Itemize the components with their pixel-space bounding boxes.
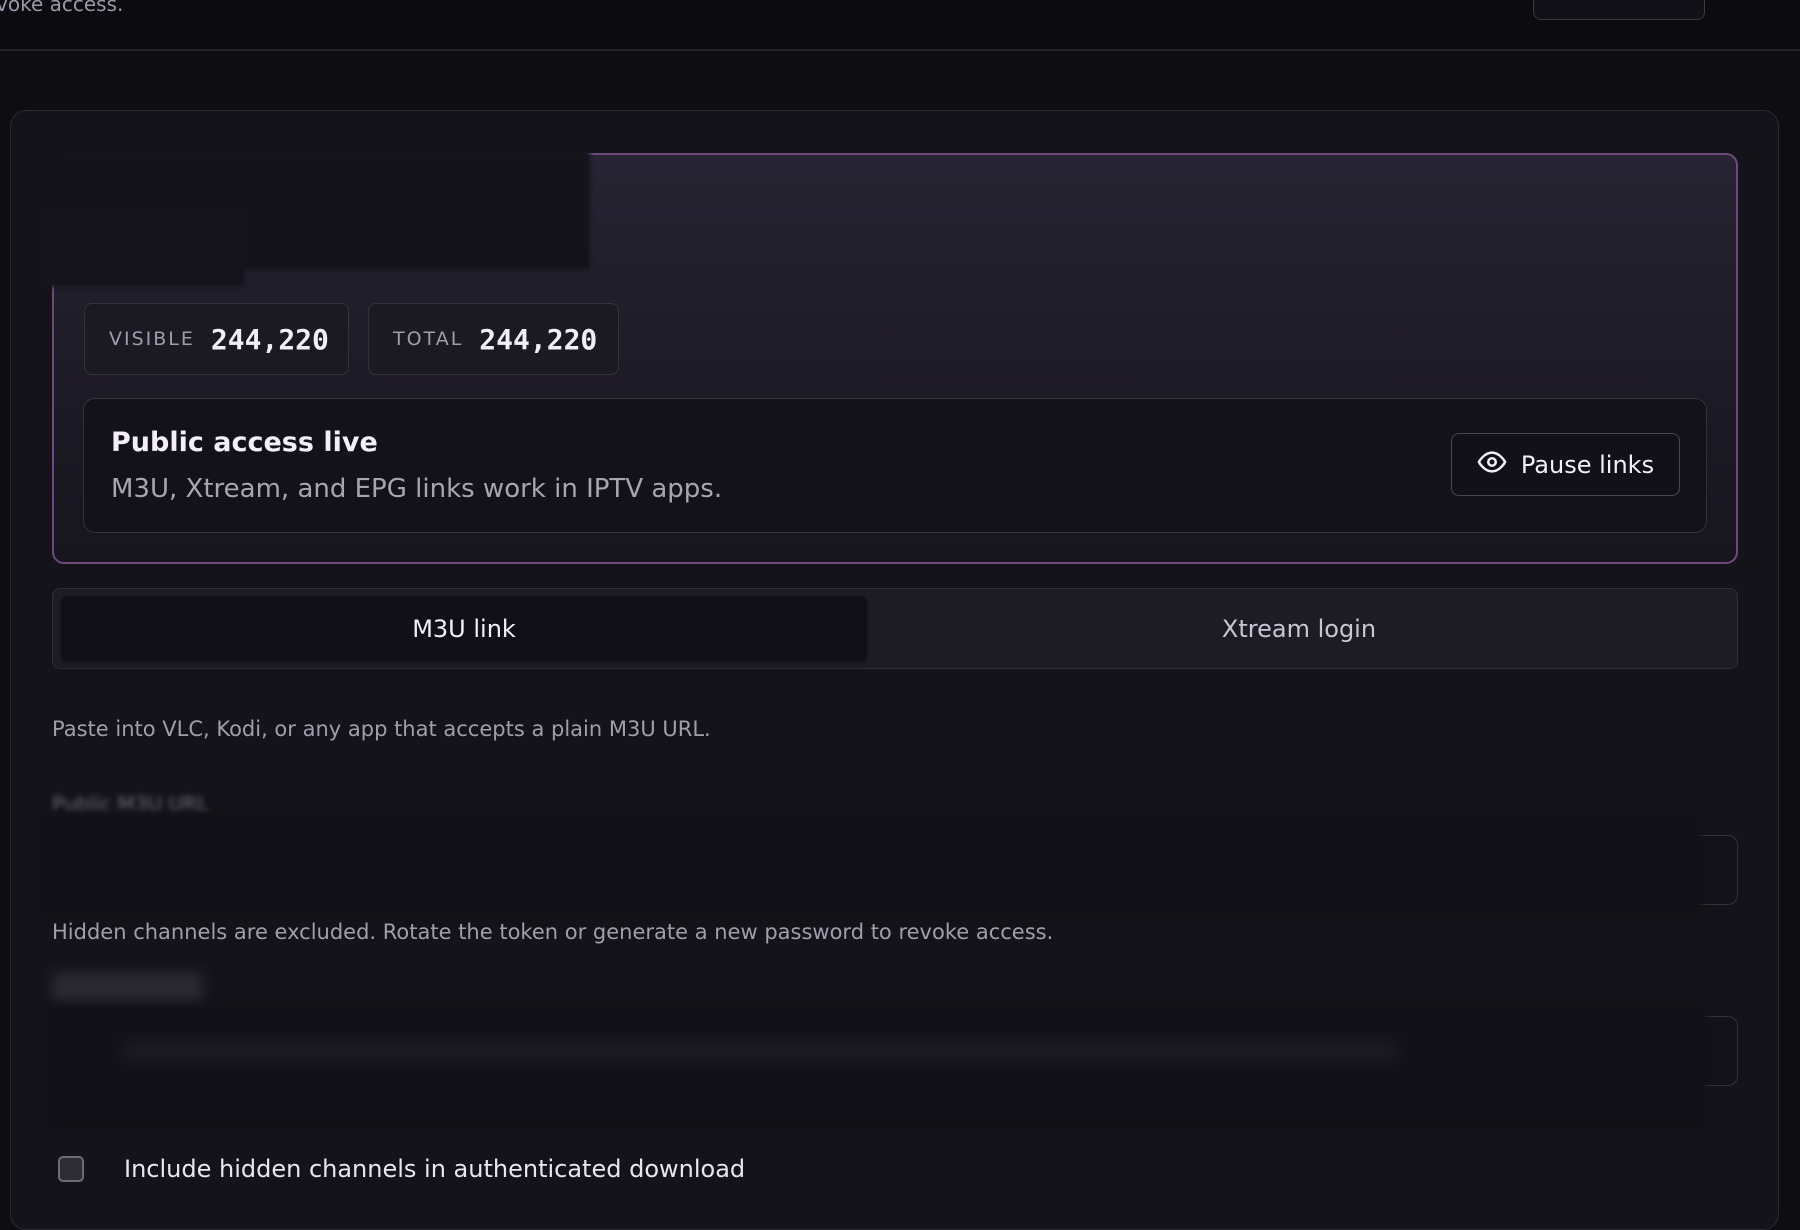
pause-links-label: Pause links: [1520, 450, 1655, 479]
m3u-helper-text: Hidden channels are excluded. Rotate the…: [52, 920, 1054, 944]
stat-visible: VISIBLE 244,220: [84, 303, 349, 375]
eye-icon: [1477, 447, 1507, 483]
tab-m3u-link[interactable]: M3U link: [61, 596, 867, 661]
redacted-authenticated-url: [46, 1005, 1706, 1127]
stat-total-label: TOTAL: [393, 328, 464, 350]
top-helper-text: voke access.: [0, 0, 124, 16]
stat-total-value: 244,220: [479, 322, 598, 356]
redacted-url-value: [40, 812, 1702, 917]
top-action-button[interactable]: [1533, 0, 1705, 20]
redacted-subheading: [40, 205, 245, 287]
stat-visible-value: 244,220: [210, 322, 329, 356]
redacted-field-label: [52, 972, 202, 1002]
stat-visible-label: VISIBLE: [109, 328, 195, 350]
pause-links-button[interactable]: Pause links: [1451, 433, 1680, 496]
tab-xtream-login[interactable]: Xtream login: [869, 596, 1729, 661]
include-hidden-checkbox[interactable]: [58, 1156, 84, 1182]
include-hidden-option: Include hidden channels in authenticated…: [58, 1155, 745, 1183]
stat-total: TOTAL 244,220: [368, 303, 619, 375]
m3u-hint: Paste into VLC, Kodi, or any app that ac…: [52, 717, 711, 741]
top-bar: voke access.: [0, 0, 1800, 51]
include-hidden-label: Include hidden channels in authenticated…: [124, 1155, 746, 1183]
public-access-status: Public access live M3U, Xtream, and EPG …: [83, 398, 1707, 533]
status-description: M3U, Xtream, and EPG links work in IPTV …: [111, 474, 723, 504]
redacted-url-text: [120, 1040, 1400, 1062]
status-title: Public access live: [111, 427, 378, 458]
link-type-tabs: M3U link Xtream login: [52, 588, 1738, 669]
